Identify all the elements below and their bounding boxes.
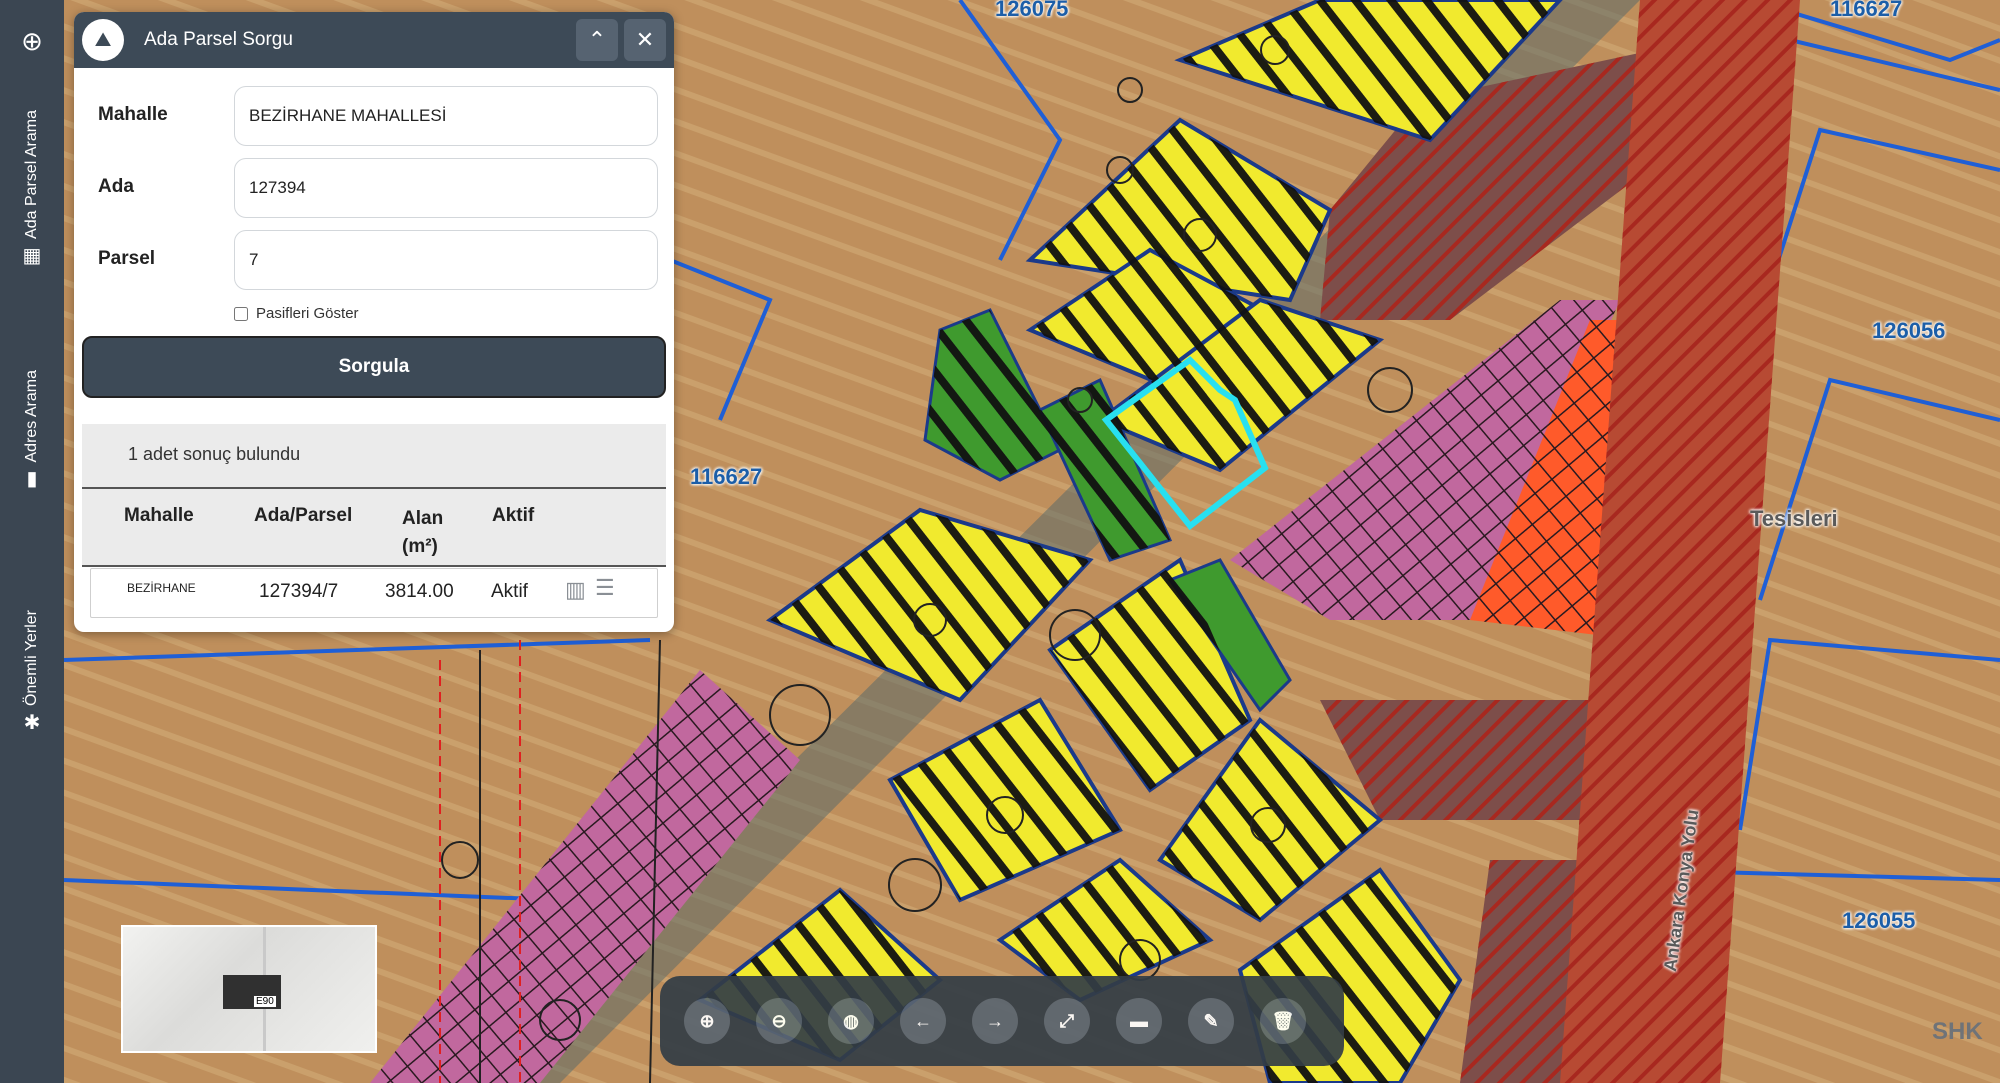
overview-minimap[interactable]: E90 <box>121 925 377 1053</box>
sidebar-item-ada-parsel[interactable]: Ada Parsel Arama ▦ <box>0 110 64 267</box>
fullscreen-icon: ⤢ <box>1059 1010 1075 1031</box>
sidebar-item-label: Adres Arama <box>23 370 40 463</box>
chevron-up-icon: ⌃ <box>587 27 607 52</box>
cell-alan: 3814.00 <box>385 581 454 602</box>
previous-extent-button[interactable]: ← <box>900 998 946 1044</box>
collapse-button[interactable]: ⌃ <box>576 19 618 61</box>
ada-label: Ada <box>98 176 134 197</box>
map-toolbar: ⊕ ⊖ ◍ ← → ⤢ ▬ ✎ 🗑 <box>660 976 1344 1066</box>
mahalle-row: Mahalle <box>74 86 674 146</box>
cell-mahalle: BEZİRHANE <box>127 581 196 595</box>
column-header-mahalle: Mahalle <box>124 505 194 526</box>
trash-icon: 🗑 <box>1271 1010 1295 1031</box>
fullscreen-button[interactable]: ⤢ <box>1044 998 1090 1044</box>
arrow-right-icon: → <box>986 1010 1004 1031</box>
globe-button[interactable]: ◍ <box>828 998 874 1044</box>
edit-icon: ✎ <box>1203 1010 1219 1031</box>
map-label-parcel: 126055 <box>1842 908 1916 933</box>
result-count-box: 1 adet sonuç bulundu <box>82 424 666 489</box>
zoom-out-button[interactable]: ⊖ <box>756 998 802 1044</box>
crosshair-icon: ⊕ <box>21 26 43 56</box>
mahalle-field[interactable] <box>234 86 658 146</box>
map-marker-icon: ▮ <box>26 468 38 491</box>
zoom-in-icon: ⊕ <box>699 1010 715 1031</box>
sidebar-item-label: Önemli Yerler <box>23 610 40 707</box>
map-label-parcel: 116627 <box>690 464 763 489</box>
cell-aktif: Aktif <box>491 581 528 602</box>
close-button[interactable]: ✕ <box>624 19 666 61</box>
parsel-row: Parsel <box>74 230 674 290</box>
mahalle-label: Mahalle <box>98 104 168 125</box>
panel-title: Ada Parsel Sorgu <box>144 29 293 50</box>
arrow-left-icon: ← <box>914 1010 932 1031</box>
cell-ada-parsel: 127394/7 <box>259 581 339 602</box>
map-icon[interactable]: ▥ <box>565 577 586 603</box>
results-table-header: Mahalle Ada/Parsel Alan (m²) Aktif <box>82 489 666 567</box>
map-label-parcel: 126075 <box>995 0 1069 21</box>
pasifleri-goster-label: Pasifleri Göster <box>256 305 359 322</box>
result-count-text: 1 adet sonuç bulundu <box>128 444 301 464</box>
sidebar-item-label: Ada Parsel Arama <box>23 110 40 239</box>
pasifleri-goster-option[interactable]: Pasifleri Göster <box>234 305 359 322</box>
next-extent-button[interactable]: → <box>972 998 1018 1044</box>
panel-header[interactable]: ⛰ Ada Parsel Sorgu ⌃ ✕ <box>74 12 674 68</box>
measure-icon: ▬ <box>1130 1010 1148 1031</box>
zoom-in-button[interactable]: ⊕ <box>684 998 730 1044</box>
parsel-label: Parsel <box>98 248 156 269</box>
sorgula-button[interactable]: Sorgula <box>82 336 666 398</box>
map-label-parcel: 116627 <box>1830 0 1903 21</box>
sidebar: ⊕ Ada Parsel Arama ▦ Adres Arama ▮ Öneml… <box>0 0 64 1083</box>
column-header-alan: Alan (m²) <box>402 508 444 557</box>
globe-icon: ◍ <box>843 1010 859 1031</box>
sidebar-item-adres[interactable]: Adres Arama ▮ <box>0 370 64 490</box>
zoom-out-icon: ⊖ <box>771 1010 787 1031</box>
minimap-e90-label: E90 <box>253 995 277 1008</box>
panel-logo-icon: ⛰ <box>82 19 124 61</box>
parsel-field[interactable] <box>234 230 658 290</box>
close-icon: ✕ <box>635 27 655 52</box>
brand-logo: SHK <box>1932 1018 1983 1045</box>
measure-button[interactable]: ▬ <box>1116 998 1162 1044</box>
sidebar-item-onemli[interactable]: Önemli Yerler ✱ <box>0 610 64 734</box>
column-header-aktif: Aktif <box>492 505 535 526</box>
places-icon: ✱ <box>23 712 41 735</box>
edit-button[interactable]: ✎ <box>1188 998 1234 1044</box>
column-header-ada-parsel: Ada/Parsel <box>254 505 353 526</box>
map-label-facility: Tesisleri <box>1750 506 1838 531</box>
ada-parsel-panel: ⛰ Ada Parsel Sorgu ⌃ ✕ Mahalle Ada Parse… <box>74 12 674 632</box>
database-icon[interactable]: ☰ <box>595 575 615 601</box>
building-icon: ▦ <box>22 244 42 267</box>
ada-row: Ada <box>74 158 674 218</box>
ada-field[interactable] <box>234 158 658 218</box>
crosshair-button[interactable]: ⊕ <box>0 26 64 57</box>
map-label-parcel: 126056 <box>1872 318 1946 343</box>
table-row[interactable]: BEZİRHANE 127394/7 3814.00 Aktif ▥ ☰ <box>90 568 658 618</box>
delete-button[interactable]: 🗑 <box>1260 998 1306 1044</box>
pasifleri-goster-checkbox[interactable] <box>234 306 248 321</box>
